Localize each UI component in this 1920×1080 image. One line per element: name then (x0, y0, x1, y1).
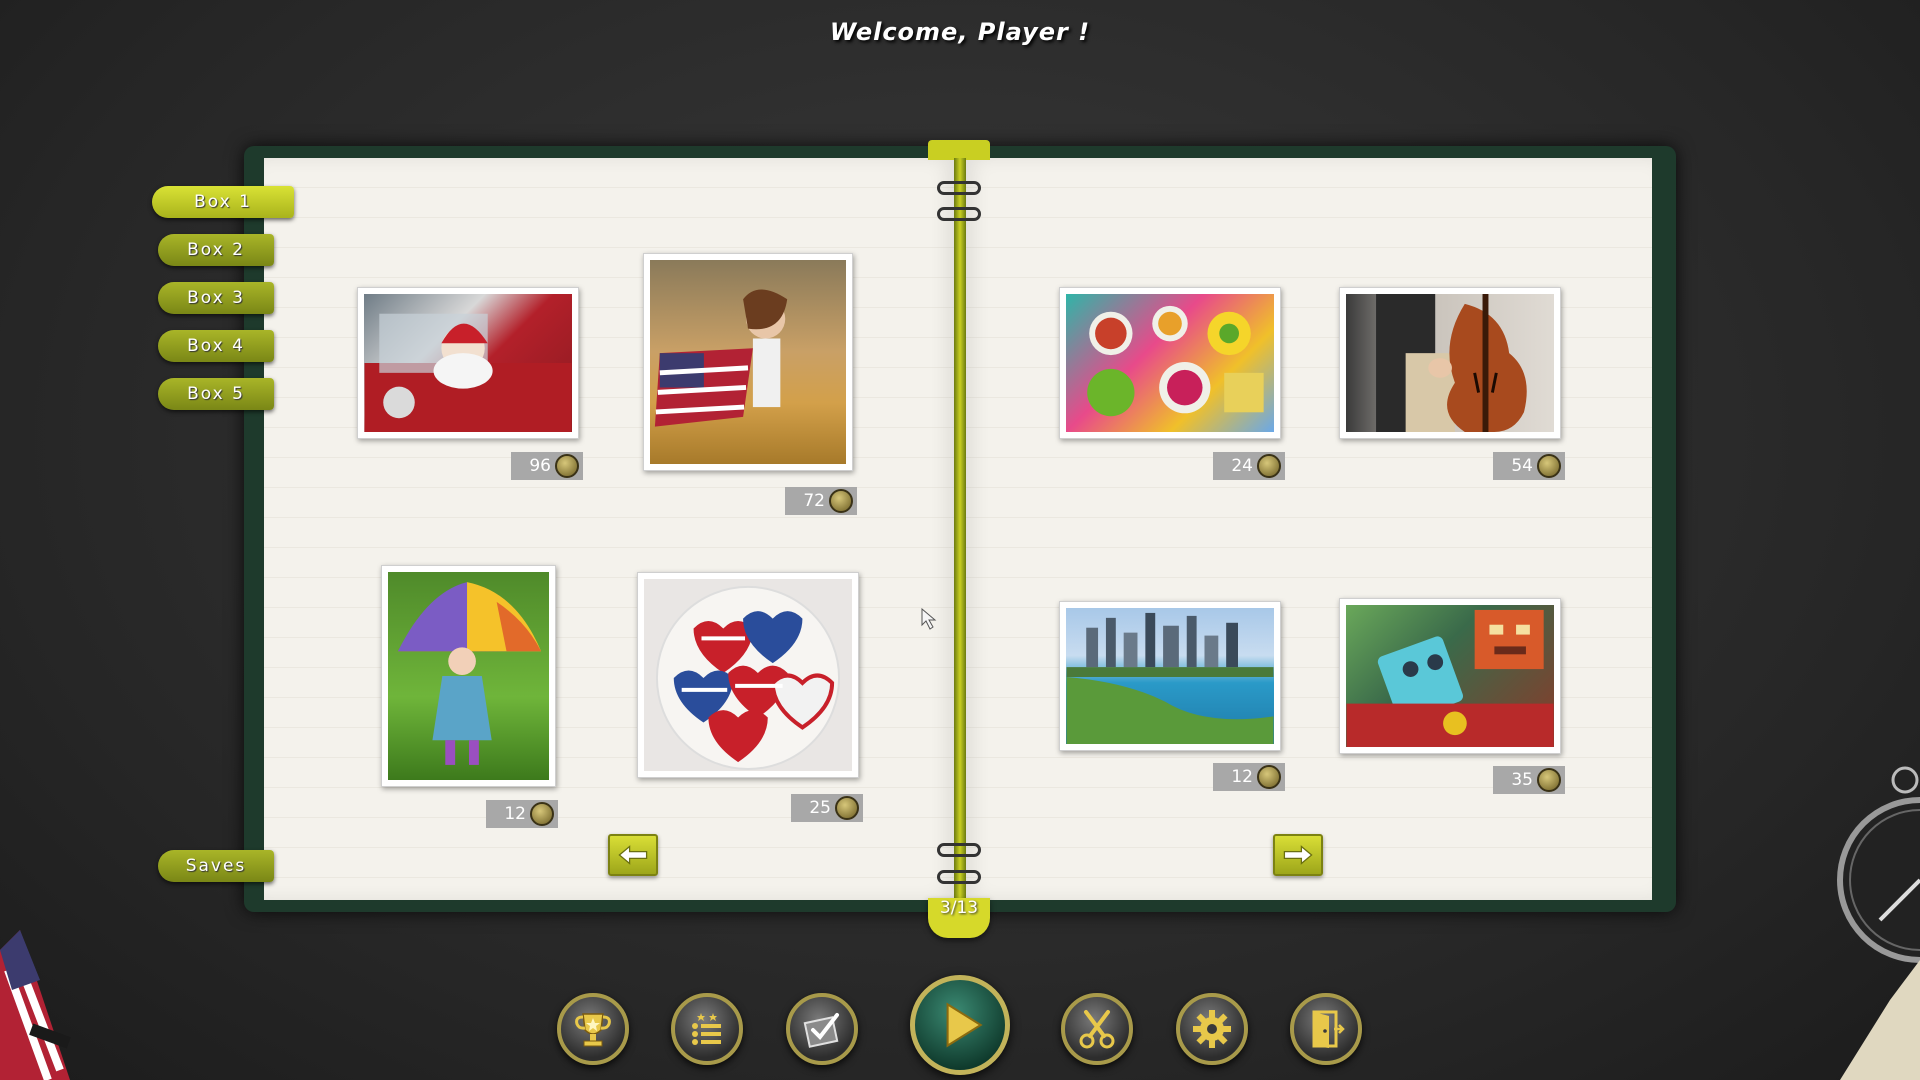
prev-page-button[interactable] (608, 834, 658, 876)
tab-box-1[interactable]: Box 1 (152, 186, 294, 218)
girl-umbrella-illustration (397, 582, 542, 765)
piece-count-value: 72 (803, 491, 825, 511)
exit-button[interactable] (1290, 993, 1362, 1065)
tasks-button[interactable] (786, 993, 858, 1065)
play-button[interactable] (910, 975, 1010, 1075)
piece-count: 24 (1213, 452, 1285, 480)
piece-count-value: 12 (504, 804, 526, 824)
tab-box-2[interactable]: Box 2 (158, 234, 274, 266)
binder-ring (937, 870, 981, 884)
piece-count: 54 (1493, 452, 1565, 480)
double-bass-illustration (1376, 294, 1527, 432)
binder-ring (937, 181, 981, 195)
piece-count: 96 (511, 452, 583, 480)
piece-count-value: 35 (1511, 770, 1533, 790)
toy-robots-illustration (1346, 609, 1554, 747)
puzzle-thumb-toy-robots[interactable] (1339, 598, 1561, 754)
puzzle-piece-icon (1257, 765, 1281, 789)
welcome-title: Welcome, Player ! (829, 18, 1091, 46)
piece-count: 12 (1213, 763, 1285, 791)
trophy-icon (575, 1013, 611, 1047)
checklist-icon (803, 1013, 839, 1048)
piece-count-value: 96 (529, 456, 551, 476)
city-skyline-illustration (1066, 612, 1274, 744)
arrow-right-icon (1283, 845, 1313, 865)
scissors-icon (1079, 1010, 1115, 1049)
girl-flag-illustration (654, 289, 788, 427)
piece-count-value: 24 (1231, 456, 1253, 476)
arrow-left-icon (618, 845, 648, 865)
play-icon (946, 1002, 983, 1048)
left-page (264, 158, 958, 900)
piece-count-value: 12 (1231, 767, 1253, 787)
binder-ring (937, 843, 981, 857)
piece-count-value: 25 (809, 798, 831, 818)
achievements-button[interactable] (557, 993, 629, 1065)
puzzle-cut-button[interactable] (1061, 993, 1133, 1065)
puzzle-piece-icon (1537, 454, 1561, 478)
next-page-button[interactable] (1273, 834, 1323, 876)
piece-count: 25 (791, 794, 863, 822)
exit-door-icon (1312, 1010, 1345, 1048)
puzzle-piece-icon (829, 489, 853, 513)
ranking-list-icon (692, 1013, 721, 1045)
tab-box-4[interactable]: Box 4 (158, 330, 274, 362)
puzzle-thumb-flag-cookies[interactable] (637, 572, 859, 778)
piece-count-value: 54 (1511, 456, 1533, 476)
mouse-cursor-icon (921, 608, 937, 630)
puzzle-thumb-double-bass[interactable] (1339, 287, 1561, 439)
puzzle-piece-icon (835, 796, 859, 820)
puzzle-thumb-colorful-food[interactable] (1059, 287, 1281, 439)
binder-ring (937, 207, 981, 221)
leaderboard-button[interactable] (671, 993, 743, 1065)
gear-icon (1193, 1010, 1231, 1048)
compass-decoration (1837, 766, 1920, 1080)
piece-count: 35 (1493, 766, 1565, 794)
colorful-food-illustration (1087, 305, 1264, 417)
puzzle-piece-icon (1257, 454, 1281, 478)
settings-button[interactable] (1176, 993, 1248, 1065)
puzzle-piece-icon (530, 802, 554, 826)
puzzle-thumb-santa-car[interactable] (357, 287, 579, 439)
book-spine (954, 158, 966, 900)
tab-box-5[interactable]: Box 5 (158, 378, 274, 410)
tab-box-3[interactable]: Box 3 (158, 282, 274, 314)
puzzle-thumb-girl-umbrella[interactable] (381, 565, 556, 787)
puzzle-thumb-girl-flag-field[interactable] (643, 253, 853, 471)
piece-count: 12 (486, 800, 558, 828)
flag-decoration (0, 930, 71, 1080)
saves-tab[interactable]: Saves (158, 850, 274, 882)
page-counter: 3/13 (939, 898, 979, 918)
santa-car-illustration (364, 313, 572, 432)
flag-cookies-illustration (655, 585, 841, 771)
puzzle-piece-icon (555, 454, 579, 478)
puzzle-piece-icon (1537, 768, 1561, 792)
puzzle-thumb-city-skyline[interactable] (1059, 601, 1281, 751)
piece-count: 72 (785, 487, 857, 515)
spine-top (928, 140, 990, 160)
